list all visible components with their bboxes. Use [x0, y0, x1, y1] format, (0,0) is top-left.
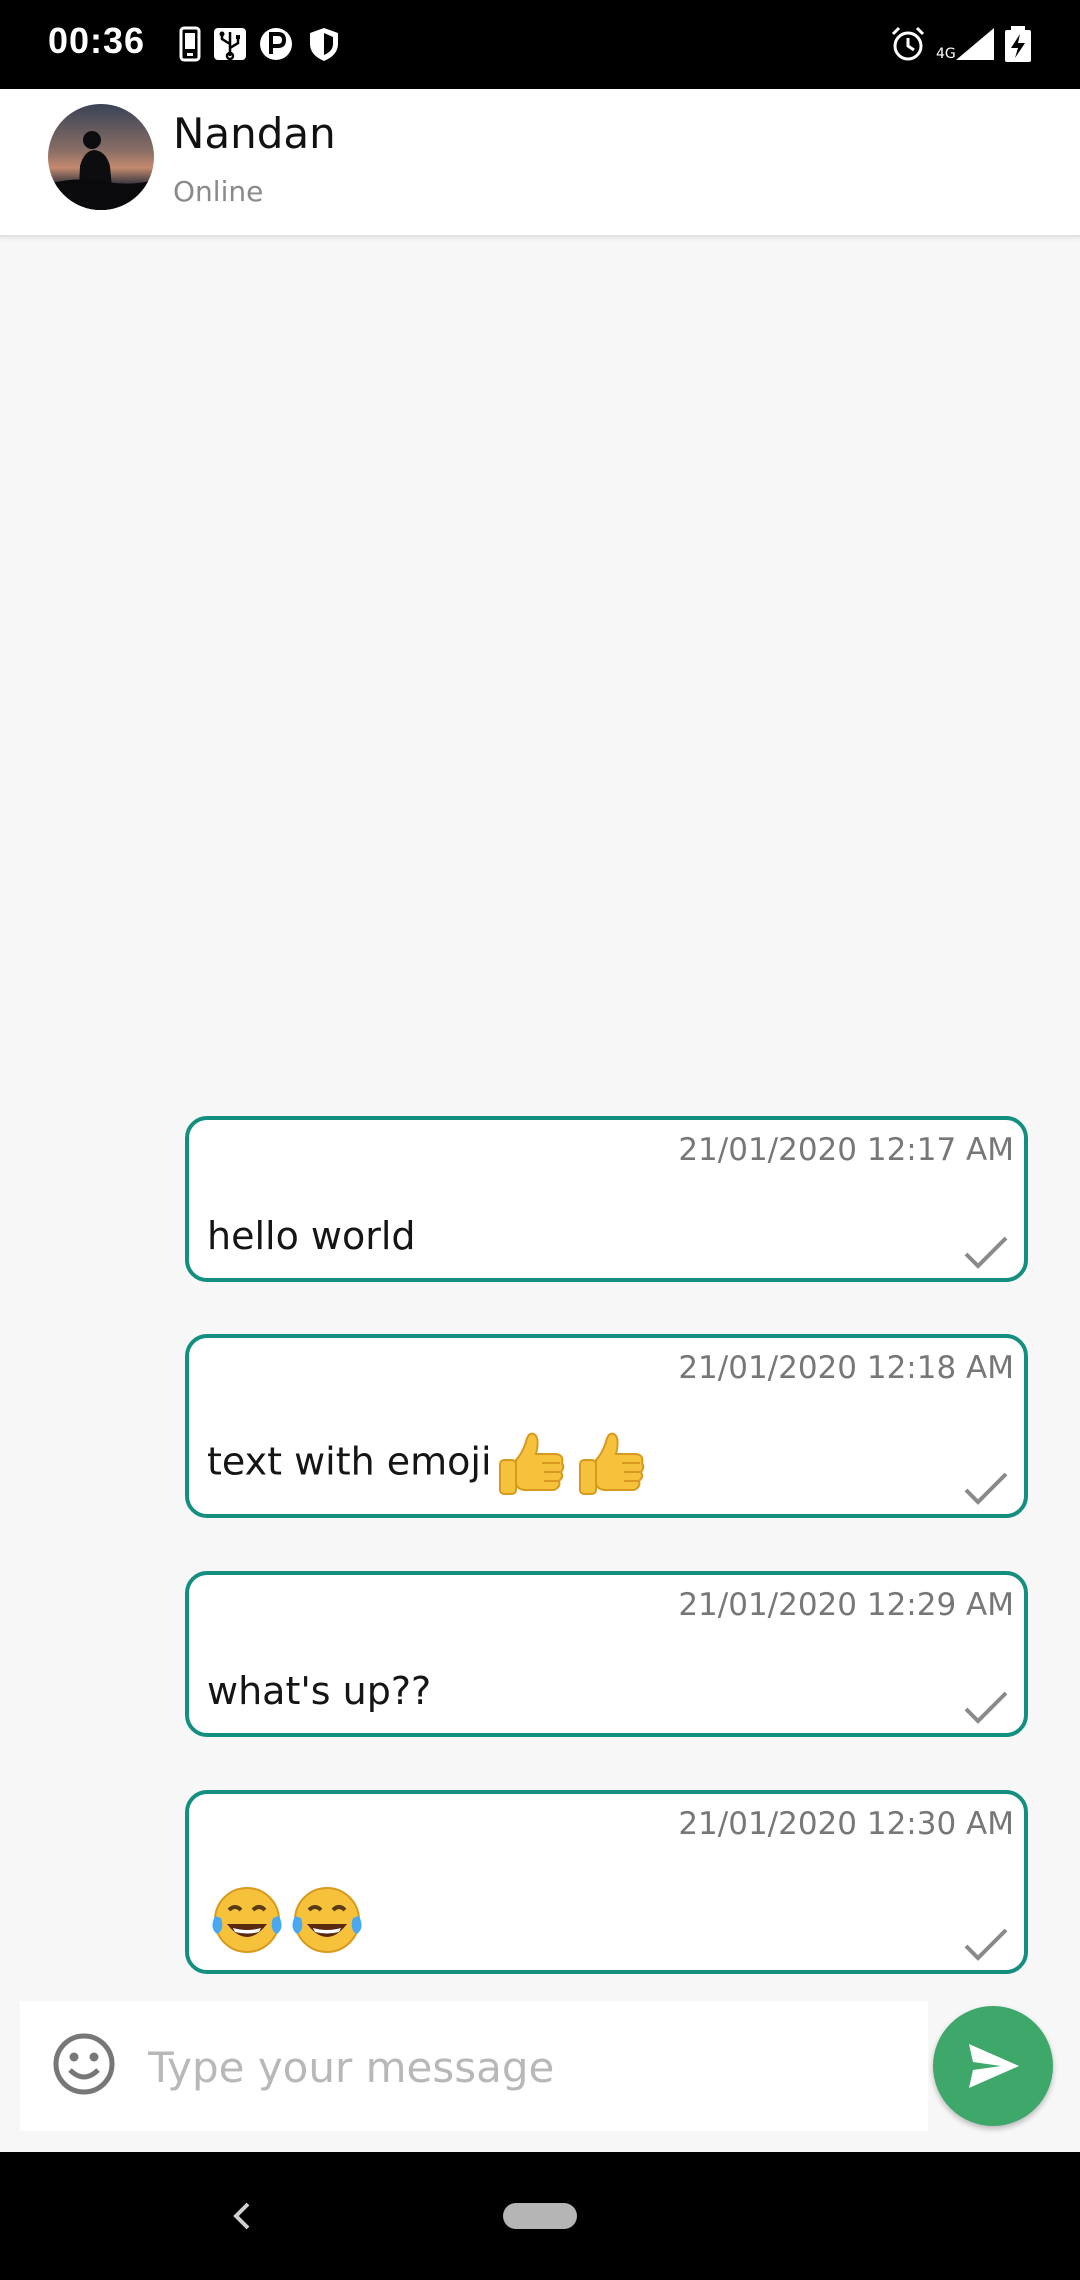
message-input[interactable]: [146, 2021, 910, 2113]
message-timestamp: 21/01/2020 12:17 AM: [678, 1132, 1014, 1168]
chat-screen: 00:36 4G Nandan Online 21/01/2020 12:17 …: [0, 0, 1080, 2280]
send-button[interactable]: [933, 2006, 1053, 2126]
message-timestamp: 21/01/2020 12:30 AM: [678, 1806, 1014, 1842]
message-bubble[interactable]: 21/01/2020 12:29 AM what's up??: [185, 1571, 1028, 1737]
status-bar: 00:36 4G: [0, 0, 1080, 89]
sent-check-icon: [964, 1691, 1008, 1724]
message-bubble[interactable]: 21/01/2020 12:17 AM hello world: [185, 1116, 1028, 1282]
network-label: 4G: [936, 46, 956, 62]
message-text: text with emoji: [207, 1439, 492, 1484]
tears-of-joy-emoji-icon: [212, 1887, 282, 1953]
contact-name[interactable]: Nandan: [173, 109, 336, 158]
shield-icon: [310, 28, 338, 61]
message-text-row: text with emoji: [207, 1424, 652, 1504]
message-text: what's up??: [207, 1669, 432, 1713]
back-icon[interactable]: [224, 2192, 260, 2240]
chat-header: Nandan Online: [0, 89, 1080, 237]
parking-icon: [260, 28, 292, 60]
battery-charging-icon: [1005, 26, 1031, 62]
message-timestamp: 21/01/2020 12:18 AM: [678, 1350, 1014, 1386]
sent-check-icon: [964, 1472, 1008, 1505]
alarm-icon: [891, 26, 925, 61]
message-emoji-row: [207, 1880, 367, 1960]
sent-check-icon: [964, 1928, 1008, 1961]
status-time: 00:36: [48, 20, 146, 61]
thumbs-up-emoji-icon: [578, 1432, 644, 1495]
thumbs-up-emoji-icon: [498, 1432, 564, 1495]
avatar[interactable]: [48, 104, 154, 210]
send-icon: [969, 2044, 1019, 2088]
message-text: hello world: [207, 1214, 416, 1258]
usb-icon: [214, 28, 246, 61]
message-bubble[interactable]: 21/01/2020 12:30 AM: [185, 1790, 1028, 1974]
emoji-smiley-icon[interactable]: [50, 2030, 118, 2098]
home-pill-button[interactable]: [503, 2203, 577, 2229]
avatar-image: [48, 104, 154, 210]
message-timestamp: 21/01/2020 12:29 AM: [678, 1587, 1014, 1623]
tears-of-joy-emoji-icon: [292, 1887, 362, 1953]
message-composer: [20, 2001, 928, 2131]
sent-check-icon: [964, 1236, 1008, 1269]
signal-4g-icon: 4G: [936, 28, 994, 62]
phone-icon: [179, 26, 201, 62]
message-bubble[interactable]: 21/01/2020 12:18 AM text with emoji: [185, 1334, 1028, 1518]
contact-status: Online: [173, 175, 264, 208]
